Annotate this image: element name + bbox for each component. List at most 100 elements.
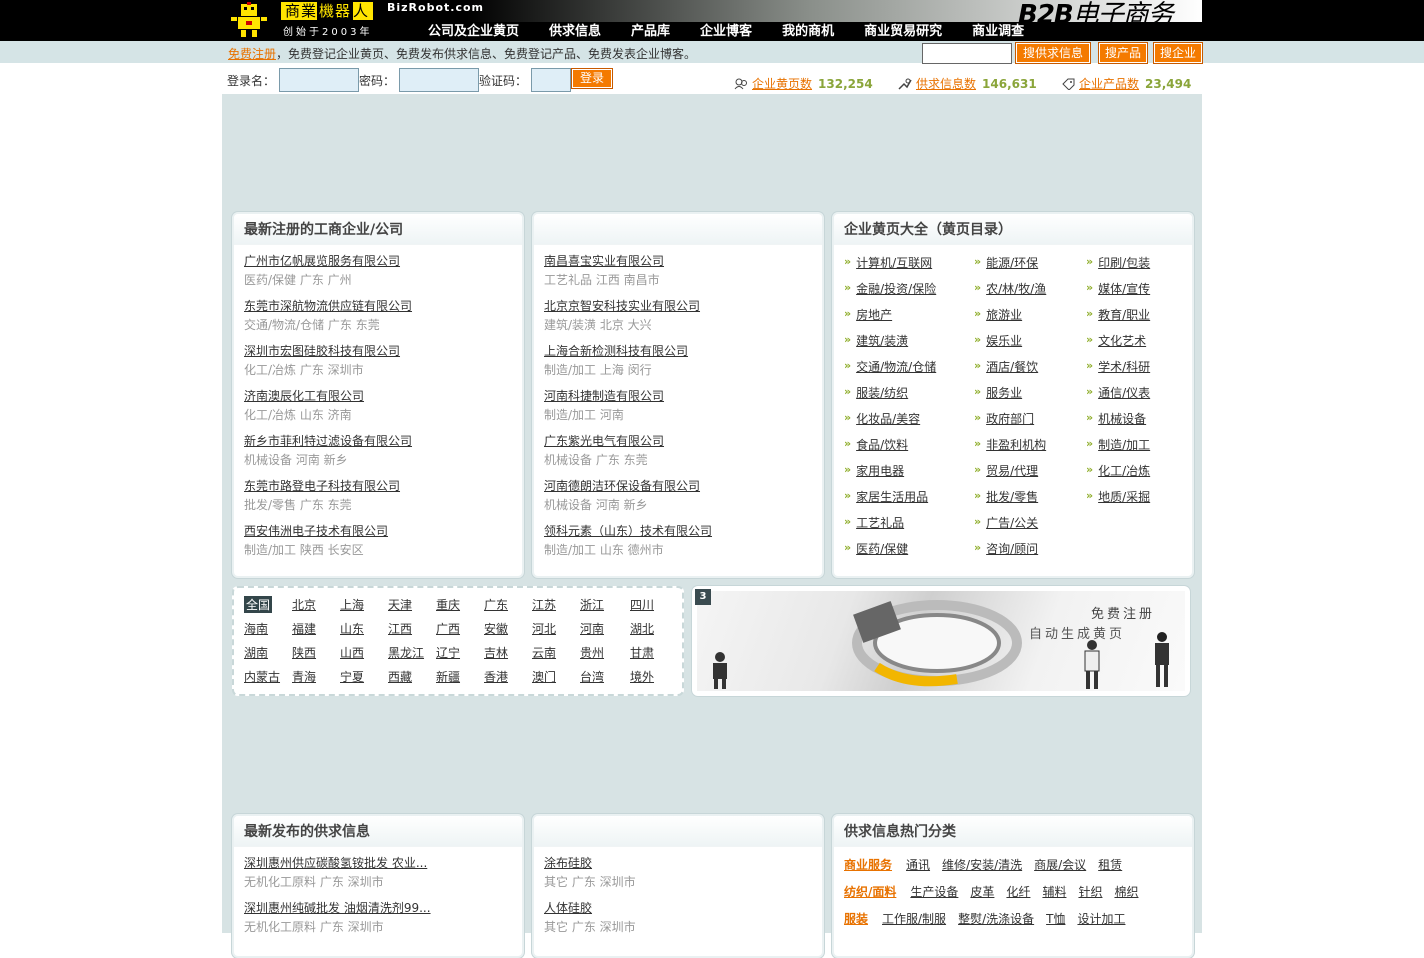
stat-products-label[interactable]: 企业产品数 bbox=[1079, 77, 1139, 91]
directory-link[interactable]: 农/林/牧/渔 bbox=[986, 282, 1046, 296]
region-link[interactable]: 云南 bbox=[532, 644, 556, 661]
directory-link[interactable]: 贸易/代理 bbox=[986, 464, 1038, 478]
directory-link[interactable]: 食品/饮料 bbox=[856, 438, 908, 452]
region-link[interactable]: 贵州 bbox=[580, 644, 604, 661]
directory-link[interactable]: 批发/零售 bbox=[986, 490, 1038, 504]
region-link[interactable]: 安徽 bbox=[484, 620, 508, 637]
stat-companies-label[interactable]: 企业黄页数 bbox=[752, 77, 812, 91]
hot-category-head[interactable]: 纺织/面料 bbox=[844, 885, 896, 899]
region-link[interactable]: 海南 bbox=[244, 620, 268, 637]
region-link[interactable]: 境外 bbox=[630, 668, 654, 685]
hot-category-link[interactable]: 通讯 bbox=[906, 858, 930, 872]
region-link[interactable]: 青海 bbox=[292, 668, 316, 685]
captcha-input[interactable] bbox=[531, 68, 571, 92]
region-link[interactable]: 吉林 bbox=[484, 644, 508, 661]
search-supply-button[interactable]: 搜供求信息 bbox=[1015, 42, 1091, 64]
directory-link[interactable]: 地质/采掘 bbox=[1098, 490, 1150, 504]
region-link[interactable]: 上海 bbox=[340, 596, 364, 613]
company-name-link[interactable]: 领科元素（山东）技术有限公司 bbox=[544, 522, 712, 539]
directory-link[interactable]: 旅游业 bbox=[986, 308, 1022, 322]
company-name-link[interactable]: 广州市亿帆展览服务有限公司 bbox=[244, 252, 400, 269]
directory-link[interactable]: 媒体/宣传 bbox=[1098, 282, 1150, 296]
directory-link[interactable]: 学术/科研 bbox=[1098, 360, 1150, 374]
region-link[interactable]: 香港 bbox=[484, 668, 508, 685]
region-link[interactable]: 山西 bbox=[340, 644, 364, 661]
region-link[interactable]: 新疆 bbox=[436, 668, 460, 685]
hot-category-link[interactable]: 化纤 bbox=[1006, 885, 1030, 899]
hot-category-link[interactable]: 生产设备 bbox=[910, 885, 958, 899]
username-input[interactable] bbox=[279, 68, 359, 92]
directory-link[interactable]: 通信/仪表 bbox=[1098, 386, 1150, 400]
hot-category-link[interactable]: 维修/安装/清洗 bbox=[942, 858, 1022, 872]
region-link[interactable]: 山东 bbox=[340, 620, 364, 637]
company-name-link[interactable]: 济南澳辰化工有限公司 bbox=[244, 387, 364, 404]
company-name-link[interactable]: 西安伟洲电子技术有限公司 bbox=[244, 522, 388, 539]
region-link[interactable]: 福建 bbox=[292, 620, 316, 637]
company-name-link[interactable]: 新乡市菲利特过滤设备有限公司 bbox=[244, 432, 412, 449]
nav-products[interactable]: 产品库 bbox=[631, 22, 670, 41]
directory-link[interactable]: 咨询/顾问 bbox=[986, 542, 1038, 556]
hot-category-link[interactable]: 租赁 bbox=[1098, 858, 1122, 872]
directory-link[interactable]: 工艺礼品 bbox=[856, 516, 904, 530]
company-name-link[interactable]: 南昌喜宝实业有限公司 bbox=[544, 252, 664, 269]
directory-link[interactable]: 娱乐业 bbox=[986, 334, 1022, 348]
directory-link[interactable]: 交通/物流/仓储 bbox=[856, 360, 936, 374]
stat-supply-label[interactable]: 供求信息数 bbox=[916, 77, 976, 91]
region-link[interactable]: 广西 bbox=[436, 620, 460, 637]
hot-category-link[interactable]: 工作服/制服 bbox=[882, 912, 946, 926]
company-name-link[interactable]: 广东紫光电气有限公司 bbox=[544, 432, 664, 449]
directory-link[interactable]: 印刷/包装 bbox=[1098, 256, 1150, 270]
search-product-button[interactable]: 搜产品 bbox=[1098, 42, 1148, 64]
region-link[interactable]: 浙江 bbox=[580, 596, 604, 613]
directory-link[interactable]: 酒店/餐饮 bbox=[986, 360, 1038, 374]
region-link[interactable]: 黑龙江 bbox=[388, 644, 424, 661]
company-name-link[interactable]: 北京京智安科技实业有限公司 bbox=[544, 297, 700, 314]
directory-link[interactable]: 制造/加工 bbox=[1098, 438, 1150, 452]
region-link[interactable]: 江西 bbox=[388, 620, 412, 637]
nav-survey[interactable]: 商业调查 bbox=[972, 22, 1024, 41]
directory-link[interactable]: 房地产 bbox=[856, 308, 892, 322]
directory-link[interactable]: 化妆品/美容 bbox=[856, 412, 920, 426]
supply-name-link[interactable]: 人体硅胶 bbox=[544, 899, 636, 916]
directory-link[interactable]: 化工/冶炼 bbox=[1098, 464, 1150, 478]
region-link[interactable]: 河北 bbox=[532, 620, 556, 637]
supply-name-link[interactable]: 深圳惠州纯碱批发 油烟清洗剂99... bbox=[244, 899, 431, 916]
region-link[interactable]: 西藏 bbox=[388, 668, 412, 685]
hot-category-head[interactable]: 服装 bbox=[844, 912, 868, 926]
company-name-link[interactable]: 东莞市路登电子科技有限公司 bbox=[244, 477, 400, 494]
supply-name-link[interactable]: 深圳惠州供应碳酸氢铵批发 农业... bbox=[244, 854, 427, 871]
directory-link[interactable]: 广告/公关 bbox=[986, 516, 1038, 530]
region-link[interactable]: 广东 bbox=[484, 596, 508, 613]
register-link[interactable]: 免费注册 bbox=[228, 47, 276, 61]
region-link[interactable]: 湖南 bbox=[244, 644, 268, 661]
promo-banner[interactable]: 免费注册 自动生成黄页 3 bbox=[692, 586, 1190, 696]
hot-category-link[interactable]: 商展/会议 bbox=[1034, 858, 1086, 872]
region-link[interactable]: 江苏 bbox=[532, 596, 556, 613]
region-link[interactable]: 天津 bbox=[388, 596, 412, 613]
logo-text[interactable]: 商業 機器人 bbox=[280, 1, 375, 21]
region-link[interactable]: 湖北 bbox=[630, 620, 654, 637]
directory-link[interactable]: 医药/保健 bbox=[856, 542, 908, 556]
company-name-link[interactable]: 河南德朗洁环保设备有限公司 bbox=[544, 477, 700, 494]
hot-category-head[interactable]: 商业服务 bbox=[844, 858, 892, 872]
hot-category-link[interactable]: 皮革 bbox=[970, 885, 994, 899]
hot-category-link[interactable]: 设计加工 bbox=[1077, 912, 1125, 926]
region-link[interactable]: 宁夏 bbox=[340, 668, 364, 685]
directory-link[interactable]: 机械设备 bbox=[1098, 412, 1146, 426]
region-link[interactable]: 重庆 bbox=[436, 596, 460, 613]
nav-my-business[interactable]: 我的商机 bbox=[782, 22, 834, 41]
region-link[interactable]: 澳门 bbox=[532, 668, 556, 685]
directory-link[interactable]: 政府部门 bbox=[986, 412, 1034, 426]
directory-link[interactable]: 教育/职业 bbox=[1098, 308, 1150, 322]
hot-category-link[interactable]: 辅料 bbox=[1042, 885, 1066, 899]
region-link[interactable]: 北京 bbox=[292, 596, 316, 613]
company-name-link[interactable]: 河南科捷制造有限公司 bbox=[544, 387, 664, 404]
nav-companies[interactable]: 公司及企业黄页 bbox=[428, 22, 519, 41]
directory-link[interactable]: 家居生活用品 bbox=[856, 490, 928, 504]
directory-link[interactable]: 能源/环保 bbox=[986, 256, 1038, 270]
region-link[interactable]: 全国 bbox=[244, 596, 273, 613]
region-link[interactable]: 台湾 bbox=[580, 668, 604, 685]
directory-link[interactable]: 建筑/装潢 bbox=[856, 334, 908, 348]
company-name-link[interactable]: 上海合新检测科技有限公司 bbox=[544, 342, 688, 359]
nav-trade-research[interactable]: 商业贸易研究 bbox=[864, 22, 942, 41]
